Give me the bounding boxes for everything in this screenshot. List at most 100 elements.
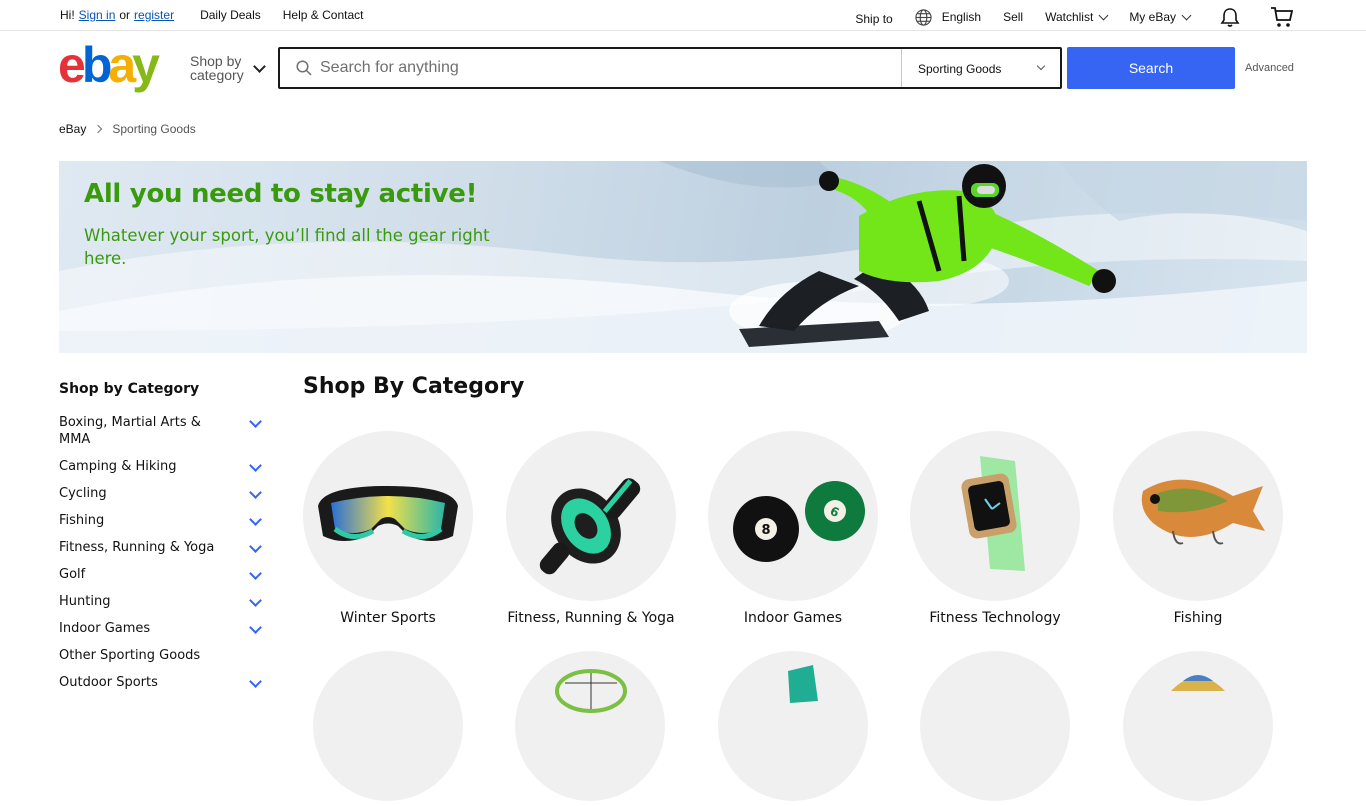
logo-letter-e: e — [58, 37, 86, 93]
sidebar-item-outdoor[interactable]: Outdoor Sports — [59, 674, 269, 691]
search-bar: Sporting Goods — [278, 47, 1062, 89]
category-label: Fitness, Running & Yoga — [507, 610, 675, 626]
logo-letter-a: a — [108, 37, 136, 93]
chevron-down-icon[interactable] — [249, 540, 262, 553]
category-image — [1113, 431, 1283, 601]
notifications-button[interactable] — [1220, 7, 1240, 28]
shop-by-category-button[interactable]: Shop by category — [190, 54, 244, 82]
shop-by-label: Shop by — [190, 53, 242, 69]
category-label: Indoor Games — [743, 610, 843, 626]
sidebar-item-hunting[interactable]: Hunting — [59, 593, 269, 610]
category-card-partial[interactable] — [515, 651, 665, 801]
category-select-value: Sporting Goods — [918, 62, 1002, 76]
sidebar-item-label: Fitness, Running & Yoga — [59, 540, 215, 555]
chevron-down-icon[interactable] — [249, 567, 262, 580]
advanced-search-link[interactable]: Advanced — [1245, 62, 1294, 74]
chevron-down-icon[interactable] — [249, 486, 262, 499]
search-icon — [296, 60, 312, 76]
tennis-racket-icon — [555, 669, 627, 713]
sidebar-item-label: Boxing, Martial Arts & MMA — [59, 415, 201, 447]
bell-icon — [1220, 7, 1240, 27]
chevron-down-icon[interactable] — [249, 621, 262, 634]
hero-banner[interactable]: All you need to stay active! Whatever yo… — [59, 161, 1307, 353]
chevron-down-icon[interactable] — [249, 415, 262, 428]
category-card-partial[interactable] — [313, 651, 463, 801]
sell-link[interactable]: Sell — [1003, 10, 1023, 24]
breadcrumb-home-link[interactable]: eBay — [59, 122, 86, 136]
language-label: English — [941, 10, 982, 24]
helmet-icon — [1171, 675, 1225, 691]
chevron-down-icon[interactable] — [249, 459, 262, 472]
category-card-partial[interactable] — [1123, 651, 1273, 801]
cart-icon — [1271, 7, 1294, 27]
sidebar-item-golf[interactable]: Golf — [59, 566, 269, 583]
my-ebay-label: My eBay — [1129, 10, 1176, 24]
watchlist-label: Watchlist — [1045, 10, 1094, 24]
category-card-partial[interactable] — [718, 651, 868, 801]
sidebar-item-boxing[interactable]: Boxing, Martial Arts & MMA — [59, 414, 269, 448]
chevron-down-icon[interactable] — [253, 60, 266, 73]
logo-letter-b: b — [81, 37, 112, 93]
top-nav-bar: Hi! Sign in or register Daily Deals Help… — [0, 0, 1366, 31]
register-link[interactable]: register — [134, 8, 174, 22]
teal-item-icon — [788, 665, 818, 703]
ship-to-link[interactable]: Ship to — [855, 8, 892, 26]
logo-letter-y: y — [132, 37, 160, 93]
daily-deals-link[interactable]: Daily Deals — [200, 8, 261, 22]
category-label: Fitness Technology — [929, 610, 1061, 626]
category-card-fitness[interactable]: Fitness, Running & Yoga — [496, 431, 686, 626]
search-button[interactable]: Search — [1067, 47, 1235, 89]
greeting-text: Hi! — [60, 8, 75, 22]
ebay-logo[interactable]: ebay — [58, 37, 160, 93]
sidebar-item-label: Outdoor Sports — [59, 675, 158, 690]
sign-in-link[interactable]: Sign in — [79, 8, 116, 22]
sidebar-title: Shop by Category — [59, 381, 200, 397]
breadcrumb: eBay Sporting Goods — [59, 122, 196, 136]
sidebar-item-fishing[interactable]: Fishing — [59, 512, 269, 529]
top-nav-right: Ship to English Sell Watchlist My eBay — [833, 6, 1294, 28]
sidebar-item-label: Hunting — [59, 594, 111, 609]
chevron-down-icon — [1036, 61, 1046, 71]
my-ebay-menu[interactable]: My eBay — [1129, 10, 1192, 24]
chevron-down-icon — [1098, 10, 1109, 21]
sidebar-item-label: Other Sporting Goods — [59, 648, 201, 663]
sell-label: Sell — [1003, 10, 1024, 24]
category-card-indoor-games[interactable]: 8 6 Indoor Games — [698, 431, 888, 626]
category-card-fitness-technology[interactable]: Fitness Technology — [900, 431, 1090, 626]
category-card-winter-sports[interactable]: Winter Sports — [293, 431, 483, 626]
sidebar-item-label: Camping & Hiking — [59, 459, 177, 474]
ship-to-label: Ship to — [855, 12, 893, 26]
sidebar-item-fitness[interactable]: Fitness, Running & Yoga — [59, 539, 269, 556]
breadcrumb-current: Sporting Goods — [112, 122, 196, 136]
sidebar-item-label: Cycling — [59, 486, 107, 501]
category-card-fishing[interactable]: Fishing — [1103, 431, 1293, 626]
chevron-down-icon[interactable] — [249, 675, 262, 688]
cart-button[interactable] — [1270, 6, 1294, 28]
fishing-lure-icon — [1141, 479, 1265, 545]
category-label: Fishing — [1173, 610, 1223, 626]
or-text: or — [119, 8, 131, 22]
sidebar-item-label: Golf — [59, 567, 86, 582]
sidebar-item-camping[interactable]: Camping & Hiking — [59, 458, 269, 475]
category-card-partial[interactable] — [920, 651, 1070, 801]
hero-subline: Whatever your sport, you’ll find all the… — [84, 226, 490, 268]
category-select[interactable]: Sporting Goods — [901, 49, 1062, 87]
watchlist-menu[interactable]: Watchlist — [1045, 10, 1109, 24]
svg-text:8: 8 — [761, 523, 770, 538]
chevron-down-icon[interactable] — [249, 594, 262, 607]
sidebar-item-label: Indoor Games — [59, 621, 151, 636]
hero-headline: All you need to stay active! — [84, 179, 478, 209]
help-contact-link[interactable]: Help & Contact — [283, 8, 364, 22]
category-image: 8 6 — [708, 431, 878, 601]
category-image — [910, 431, 1080, 601]
sidebar-item-label: Fishing — [59, 513, 105, 528]
language-selector[interactable]: English — [915, 8, 982, 26]
ab-roller-icon — [539, 478, 641, 575]
sidebar-item-cycling[interactable]: Cycling — [59, 485, 269, 502]
top-nav-left: Hi! Sign in or register Daily Deals Help… — [60, 8, 363, 22]
sidebar-item-other[interactable]: Other Sporting Goods — [59, 647, 269, 664]
chevron-right-icon — [94, 124, 103, 134]
sidebar-item-indoor-games[interactable]: Indoor Games — [59, 620, 269, 637]
chevron-down-icon[interactable] — [249, 513, 262, 526]
search-input[interactable] — [320, 56, 880, 80]
